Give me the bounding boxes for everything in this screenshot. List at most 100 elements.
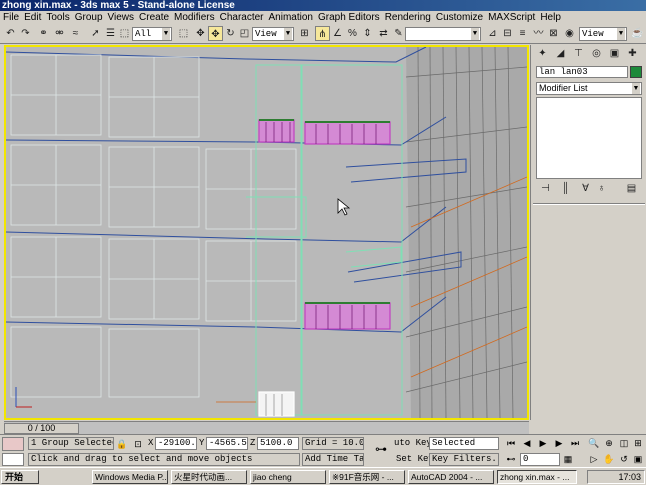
layer-icon[interactable]: ≡	[515, 26, 530, 41]
menu-file[interactable]: File	[0, 11, 21, 24]
bind-space-warp-icon[interactable]: ≈	[68, 26, 83, 41]
window-crossing-icon[interactable]: ⬚	[176, 26, 191, 41]
start-button[interactable]: 开始	[1, 470, 39, 484]
perspective-viewport[interactable]	[4, 45, 529, 420]
named-selection-dropdown[interactable]	[405, 27, 481, 41]
goto-start-icon[interactable]: ⏮	[505, 437, 517, 449]
show-end-result-icon[interactable]: ║	[558, 181, 573, 196]
display-tab-icon[interactable]: ▣	[607, 46, 622, 61]
select-manipulate-icon[interactable]: ✥	[193, 26, 208, 41]
menu-animation[interactable]: Animation	[266, 11, 315, 24]
menu-graph-editors[interactable]: Graph Editors	[315, 11, 382, 24]
rotate-icon[interactable]: ↻	[223, 26, 238, 41]
key-mode-toggle-icon[interactable]: ⊷	[505, 453, 517, 465]
menu-help[interactable]: Help	[537, 11, 563, 24]
configure-modifier-sets-icon[interactable]: ▤	[624, 181, 639, 196]
task-91f-music[interactable]: ※91F音乐网 - ...	[329, 470, 405, 484]
render-view-dropdown[interactable]: View	[579, 27, 627, 41]
modifier-list-dropdown[interactable]: Modifier List	[536, 82, 642, 95]
goto-end-icon[interactable]: ⏭	[569, 437, 581, 449]
absolute-mode-icon[interactable]: ⊡	[132, 438, 144, 450]
modifier-stack[interactable]	[536, 97, 642, 179]
auto-key-button[interactable]: uto Key	[394, 437, 432, 450]
select-link-icon[interactable]: ⚭	[36, 26, 51, 41]
scale-icon[interactable]: ◰	[237, 26, 252, 41]
task-huoxing-animation[interactable]: 火星时代动画...	[171, 470, 247, 484]
menu-customize[interactable]: Customize	[433, 11, 485, 24]
menu-group[interactable]: Group	[72, 11, 105, 24]
motion-tab-icon[interactable]: ◎	[589, 46, 604, 61]
max-listener-swatch[interactable]	[2, 437, 24, 451]
time-slider[interactable]: 0 / 100	[4, 421, 529, 434]
menu-modifiers[interactable]: Modifiers	[171, 11, 217, 24]
zoom-all-icon[interactable]: ⊕	[603, 437, 615, 449]
redo-icon[interactable]: ↷	[18, 26, 33, 41]
mirror-tool-icon[interactable]: ⊿	[485, 26, 500, 41]
key-icon[interactable]: ⊶	[372, 443, 390, 455]
task-autocad[interactable]: AutoCAD 2004 - ...	[408, 470, 494, 484]
material-editor-icon[interactable]: ◉	[562, 26, 577, 41]
pin-stack-icon[interactable]: ⊣	[538, 181, 553, 196]
rectangular-selection-icon[interactable]: ⬚	[117, 26, 132, 41]
unlink-icon[interactable]: ⚮	[52, 26, 67, 41]
object-name-field[interactable]: lan lan03	[536, 66, 628, 78]
object-color-swatch[interactable]	[630, 66, 642, 78]
field-of-view-icon[interactable]: ▷	[588, 453, 600, 465]
menu-rendering[interactable]: Rendering	[382, 11, 433, 24]
x-coordinate-field[interactable]: -29100.0	[155, 437, 197, 450]
menu-views[interactable]: Views	[105, 11, 137, 24]
make-unique-icon[interactable]: ∀	[578, 181, 593, 196]
menu-maxscript[interactable]: MAXScript	[485, 11, 537, 24]
pan-icon[interactable]: ✋	[603, 453, 615, 465]
menu-tools[interactable]: Tools	[43, 11, 71, 24]
mirror-icon[interactable]: ⇄	[376, 26, 391, 41]
z-coordinate-field[interactable]: 5100.0	[257, 437, 299, 450]
play-icon[interactable]: ▶	[537, 437, 549, 449]
grid-status: Grid = 10.0	[302, 437, 364, 450]
remove-modifier-icon[interactable]: ♁	[594, 181, 609, 196]
menu-create[interactable]: Create	[136, 11, 171, 24]
time-config-icon[interactable]: ▦	[562, 453, 574, 465]
align-icon[interactable]: ⊟	[500, 26, 515, 41]
arc-rotate-icon[interactable]: ↺	[618, 453, 630, 465]
task-jiao-cheng[interactable]: jiao cheng	[250, 470, 326, 484]
utilities-tab-icon[interactable]: ✚	[625, 46, 640, 61]
add-time-tag[interactable]: Add Time Tag	[302, 453, 364, 466]
menu-character[interactable]: Character	[217, 11, 266, 24]
select-object-icon[interactable]: ➚	[88, 26, 103, 41]
maximize-viewport-icon[interactable]: ▣	[632, 453, 644, 465]
quick-render-icon[interactable]: ☕	[630, 26, 645, 41]
lock-selection-icon[interactable]: 🔒	[116, 438, 128, 450]
spinner-snap-icon[interactable]: ⇕	[360, 26, 375, 41]
edit-named-selection-icon[interactable]: ✎	[391, 26, 406, 41]
curve-editor-icon[interactable]: 〰	[531, 26, 546, 41]
zoom-extents-all-icon[interactable]: ⊞	[632, 437, 644, 449]
time-slider-thumb[interactable]: 0 / 100	[4, 423, 79, 434]
move-icon[interactable]: ✥	[208, 26, 223, 41]
select-by-name-icon[interactable]: ☰	[103, 26, 118, 41]
previous-frame-icon[interactable]: ◀	[521, 437, 533, 449]
reference-coordinate-dropdown[interactable]: View	[252, 27, 294, 41]
undo-icon[interactable]: ↶	[3, 26, 18, 41]
key-filters-button[interactable]: Key Filters...	[429, 453, 499, 466]
task-windows-media-player[interactable]: Windows Media P...	[92, 470, 168, 484]
task-3dsmax[interactable]: zhong xin.max - ...	[497, 470, 577, 484]
next-frame-icon[interactable]: ▶	[553, 437, 565, 449]
pivot-icon[interactable]: ⊞	[297, 26, 312, 41]
modify-tab-icon[interactable]: ◢	[553, 46, 568, 61]
zoom-icon[interactable]: 🔍	[588, 437, 600, 449]
prompt-line: Click and drag to select and move object…	[28, 453, 300, 466]
key-mode-dropdown[interactable]: Selected	[429, 437, 499, 450]
create-tab-icon[interactable]: ✦	[535, 46, 550, 61]
menu-edit[interactable]: Edit	[21, 11, 43, 24]
y-coordinate-field[interactable]: -4565.5	[206, 437, 248, 450]
selection-filter-dropdown[interactable]: All	[132, 27, 172, 41]
percent-snap-icon[interactable]: %	[345, 26, 360, 41]
hierarchy-tab-icon[interactable]: ⊤	[571, 46, 586, 61]
snap-toggle-icon[interactable]: ⋔	[315, 26, 330, 41]
zoom-extents-icon[interactable]: ◫	[618, 437, 630, 449]
schematic-view-icon[interactable]: ⊠	[546, 26, 561, 41]
angle-snap-icon[interactable]: ∠	[330, 26, 345, 41]
current-frame-field[interactable]: 0	[520, 453, 560, 466]
listener-field[interactable]	[2, 453, 24, 466]
